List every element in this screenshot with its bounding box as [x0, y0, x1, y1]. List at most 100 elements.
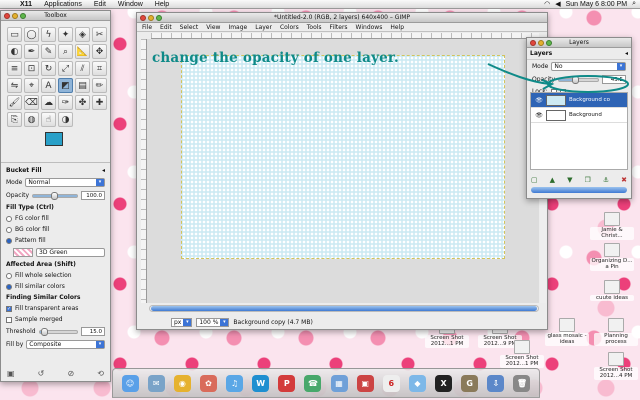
itunes-icon[interactable]: ♫	[226, 374, 244, 392]
menu-app-name[interactable]: X11	[14, 1, 38, 8]
pattern-swatch[interactable]	[13, 248, 33, 257]
menu-image[interactable]: Image	[228, 24, 247, 31]
heal-icon[interactable]: ✚	[92, 95, 107, 110]
unit-select[interactable]: px ▾	[171, 318, 193, 327]
radio-selected-icon[interactable]	[6, 283, 12, 290]
desktop-icon[interactable]: Jamie & Christ...	[590, 212, 634, 240]
volume-icon[interactable]: ◀	[555, 0, 560, 8]
zoom-window-icon[interactable]	[156, 14, 162, 21]
save-options-icon[interactable]: ▣	[7, 369, 15, 378]
desktop-icon[interactable]: glass mosaic - ideas	[545, 318, 589, 346]
shear-icon[interactable]: ⫽	[75, 61, 90, 76]
checkbox-checked-icon[interactable]: ✓	[6, 305, 12, 312]
mode-select[interactable]: Normal ▾	[25, 178, 105, 187]
pattern-name[interactable]: 3D Green	[36, 248, 105, 257]
fill-type-bg[interactable]: BG color fill	[1, 224, 110, 235]
desktop-icon[interactable]: Screen Shot 2012...1 PM	[500, 340, 544, 368]
ink-icon[interactable]: ✑	[58, 95, 73, 110]
tab-layers[interactable]: Layers	[530, 50, 552, 57]
desktop-icon[interactable]: Organizing D... a Pin	[590, 243, 634, 271]
menu-help[interactable]: Help	[390, 24, 404, 31]
new-layer-icon[interactable]: ▢	[531, 176, 538, 184]
zoom-window-icon[interactable]	[20, 12, 26, 19]
align-icon[interactable]: ≡	[7, 61, 22, 76]
toolbox-titlebar[interactable]: Toolbox	[1, 11, 110, 21]
lower-layer-icon[interactable]: ▼	[567, 176, 572, 184]
restore-options-icon[interactable]: ↺	[38, 369, 45, 378]
radio-icon[interactable]	[6, 226, 12, 233]
flip-icon[interactable]: ⇋	[7, 78, 22, 93]
menu-help[interactable]: Help	[149, 1, 175, 8]
perspective-icon[interactable]: ⌗	[92, 61, 107, 76]
close-icon[interactable]	[4, 12, 10, 19]
image-canvas[interactable]	[181, 55, 505, 259]
radio-icon[interactable]	[6, 215, 12, 222]
chrome-icon[interactable]: ◉	[173, 374, 191, 392]
eraser-icon[interactable]: ⌫	[24, 95, 39, 110]
measure-icon[interactable]: 📐	[75, 44, 90, 59]
zoom-select[interactable]: 100 % ▾	[196, 318, 230, 327]
color-select-icon[interactable]: ◈	[75, 27, 90, 42]
blur-icon[interactable]: ◍	[24, 112, 39, 127]
duplicate-layer-icon[interactable]: ❐	[585, 176, 591, 184]
zoom-icon[interactable]: ⌕	[58, 44, 73, 59]
perspective-clone-icon[interactable]: ⎘	[7, 112, 22, 127]
opacity-value[interactable]: 100.0	[81, 191, 105, 200]
close-icon[interactable]	[530, 39, 536, 46]
options-menu-icon[interactable]: ◂	[102, 167, 105, 174]
calendar-icon[interactable]: 6	[382, 374, 400, 392]
wifi-icon[interactable]: ◠	[544, 0, 550, 8]
x11-icon[interactable]: X	[435, 374, 453, 392]
radio-icon[interactable]	[6, 272, 12, 279]
menu-window[interactable]: Window	[112, 1, 149, 8]
reset-options-icon[interactable]: ⟲	[97, 369, 104, 378]
downloads-icon[interactable]: ⇩	[487, 374, 505, 392]
opacity-slider[interactable]	[32, 191, 78, 200]
dodge-burn-icon[interactable]: ◑	[58, 112, 73, 127]
menu-filters[interactable]: Filters	[330, 24, 348, 31]
raise-layer-icon[interactable]: ▲	[550, 176, 555, 184]
dialog-menu-icon[interactable]: ◂	[625, 50, 628, 57]
eye-icon[interactable]: 👁	[535, 112, 543, 119]
spotlight-icon[interactable]: ⌕	[632, 0, 636, 8]
bucket-fill-icon[interactable]: ◩	[58, 78, 73, 93]
menu-windows[interactable]: Windows	[356, 24, 383, 31]
menu-colors[interactable]: Colors	[280, 24, 299, 31]
fill-by-select[interactable]: Composite ▾	[26, 340, 105, 349]
cage-icon[interactable]: ⌖	[24, 78, 39, 93]
paths-icon[interactable]: ✒	[24, 44, 39, 59]
menu-view[interactable]: View	[206, 24, 220, 31]
gimp-icon[interactable]: G	[461, 374, 479, 392]
desktop-icon[interactable]: Screen Shot 2012...4 PM	[594, 352, 638, 380]
layers-titlebar[interactable]: Layers	[527, 38, 631, 48]
finder-icon[interactable]: ☺	[121, 374, 139, 392]
radio-selected-icon[interactable]	[6, 237, 12, 244]
color-picker-icon[interactable]: ✎	[41, 44, 56, 59]
desktop-icon[interactable]: Planning process	[594, 318, 638, 346]
move-icon[interactable]: ✥	[92, 44, 107, 59]
minimize-icon[interactable]	[12, 12, 18, 19]
fill-transparent-row[interactable]: ✓ Fill transparent areas	[1, 303, 110, 314]
trash-icon[interactable]: 🗑	[513, 374, 531, 392]
pinterest-icon[interactable]: P	[278, 374, 296, 392]
scale-icon[interactable]: ⤢	[58, 61, 73, 76]
rotate-icon[interactable]: ↻	[41, 61, 56, 76]
clone-icon[interactable]: ✤	[75, 95, 90, 110]
close-icon[interactable]	[140, 14, 146, 21]
facetime-icon[interactable]: ☎	[304, 374, 322, 392]
image-titlebar[interactable]: *Untitled-2.0 (RGB, 2 layers) 640x400 – …	[137, 13, 547, 23]
menu-applications[interactable]: Applications	[38, 1, 88, 8]
anchor-layer-icon[interactable]: ⚓	[603, 176, 609, 184]
wunderlist-icon[interactable]: W	[252, 374, 270, 392]
desktop-icon[interactable]: cuute ideas	[590, 280, 634, 302]
affected-similar[interactable]: Fill similar colors	[1, 281, 110, 292]
threshold-value[interactable]: 15.0	[81, 327, 105, 336]
scroll-thumb[interactable]	[151, 306, 537, 311]
menu-edit[interactable]: Edit	[160, 24, 172, 31]
threshold-slider[interactable]	[38, 327, 78, 336]
smudge-icon[interactable]: ☝	[41, 112, 56, 127]
affected-whole[interactable]: Fill whole selection	[1, 270, 110, 281]
text-icon[interactable]: A	[41, 78, 56, 93]
free-select-icon[interactable]: ϟ	[41, 27, 56, 42]
delete-options-icon[interactable]: ⊘	[67, 369, 74, 378]
